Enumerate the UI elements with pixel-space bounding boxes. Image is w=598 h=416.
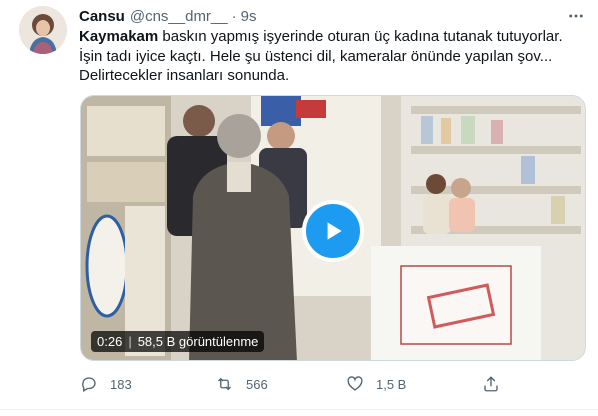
avatar[interactable] [19, 6, 67, 54]
tweet-time[interactable]: 9s [241, 8, 257, 25]
tweet-divider [0, 409, 598, 410]
reply-icon [79, 375, 98, 394]
video-info-separator: | [128, 334, 132, 349]
author-handle[interactable]: @cns__dmr__ [130, 8, 228, 25]
share-icon [481, 375, 500, 394]
reply-count: 183 [110, 376, 132, 392]
video-duration: 0:26 [97, 334, 123, 349]
avatar-image [19, 6, 67, 54]
tweet-text-bold: Kaymakam [79, 28, 159, 45]
tweet-text: Kaymakam baskın yapmış işyerinde oturan … [79, 27, 584, 86]
retweet-button[interactable]: 566 [215, 372, 268, 396]
retweet-icon [215, 375, 234, 394]
video-views: 58,5 B görüntülenme [137, 334, 259, 349]
tweet[interactable]: Cansu @cns__dmr__ · 9s Kaymakam baskın y… [0, 0, 598, 416]
tweet-header: Cansu @cns__dmr__ · 9s [79, 7, 256, 25]
like-button[interactable]: 1,5 B [345, 372, 406, 396]
retweet-count: 566 [246, 376, 268, 392]
play-icon [327, 222, 342, 240]
tweet-text-line-1: Kaymakam baskın yapmış işyerinde oturan … [79, 27, 584, 47]
reply-button[interactable]: 183 [79, 372, 132, 396]
like-count: 1,5 B [376, 376, 407, 392]
tweet-text-line-1-rest: baskın yapmış işyerinde oturan üç kadına… [158, 28, 563, 45]
tweet-actions: 183 566 1,5 B [79, 372, 509, 396]
separator-dot: · [231, 7, 237, 25]
video-player[interactable]: 0:26 | 58,5 B görüntülenme [80, 95, 586, 361]
video-info-overlay: 0:26 | 58,5 B görüntülenme [91, 331, 265, 352]
tweet-text-line-2: İşin tadı iyice kaçtı. Hele şu üstenci d… [79, 47, 553, 65]
play-button[interactable] [302, 200, 364, 262]
like-icon [345, 375, 364, 394]
more-options-icon[interactable] [566, 6, 586, 26]
author-name[interactable]: Cansu [79, 8, 125, 25]
tweet-text-line-3: Delirtecekler insanları sonunda. [79, 67, 290, 84]
share-button[interactable] [481, 372, 500, 396]
